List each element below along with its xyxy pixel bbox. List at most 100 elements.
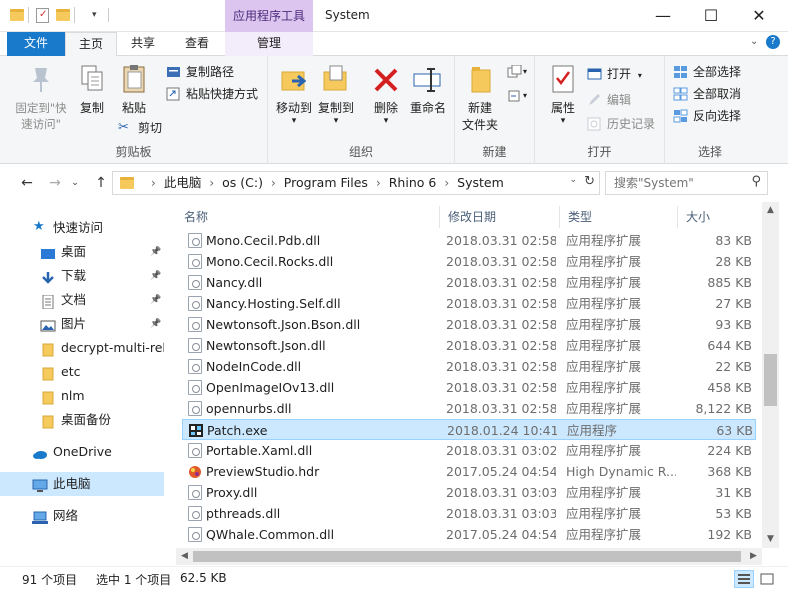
sidebar-item[interactable]: 下载 📌	[0, 264, 164, 288]
file-row[interactable]: NodeInCode.dll 2018.03.31 02:58 应用程序扩展 22 K…	[182, 356, 756, 377]
tab-view[interactable]: 查看	[169, 32, 225, 56]
file-row[interactable]: Newtonsoft.Json.dll 2018.03.31 02:58 应用程序扩…	[182, 335, 756, 356]
forward-arrow-icon[interactable]: →	[44, 172, 66, 194]
scroll-left-icon[interactable]: ◀	[176, 548, 193, 565]
invert-selection-button[interactable]: 反向选择	[673, 106, 741, 126]
open-button[interactable]: 打开 ▾	[587, 64, 642, 84]
move-to-button[interactable]: 移动到 ▾	[274, 62, 314, 126]
vertical-scrollbar[interactable]: ▲ ▼	[762, 202, 779, 548]
customize-quick-access-icon[interactable]: ▾	[92, 10, 108, 24]
horizontal-scrollbar[interactable]: ◀ ▶	[176, 548, 762, 565]
nav-network[interactable]: 网络	[0, 504, 164, 528]
paste-button[interactable]: 粘贴	[114, 62, 154, 117]
nav-quick-access[interactable]: ★ 快速访问	[0, 216, 164, 240]
help-icon[interactable]: ?	[766, 35, 780, 49]
search-input[interactable]	[614, 175, 744, 191]
refresh-icon[interactable]: ↻	[584, 174, 595, 189]
column-header-type[interactable]: 类型	[560, 206, 678, 228]
sidebar-item[interactable]: 文档 📌	[0, 288, 164, 312]
breadcrumb-item[interactable]: os (C:)	[222, 175, 263, 190]
easy-access-button[interactable]: ▾	[503, 86, 527, 106]
paste-shortcut-button[interactable]: 粘贴快捷方式	[166, 84, 258, 104]
copy-to-button[interactable]: 复制到 ▾	[316, 62, 356, 126]
new-folder-quick-icon[interactable]	[56, 8, 72, 22]
pin-icon[interactable]: 📌	[150, 240, 161, 264]
scroll-down-icon[interactable]: ▼	[762, 531, 779, 548]
file-row[interactable]: Mono.Cecil.Rocks.dll 2018.03.31 02:58 应用程序…	[182, 251, 756, 272]
file-row[interactable]: QWhale.Common.dll 2017.05.24 04:54 应用程序扩展 1…	[182, 524, 756, 545]
delete-button[interactable]: 删除 ▾	[368, 62, 404, 126]
sidebar-item[interactable]: 图片 📌	[0, 312, 164, 336]
cut-button[interactable]: ✂ 剪切	[118, 118, 162, 138]
chevron-down-icon[interactable]: ⌄	[750, 36, 758, 47]
sidebar-item[interactable]: 桌面备份	[0, 408, 164, 432]
new-folder-button[interactable]: 新建 文件夹	[459, 62, 501, 134]
maximize-button[interactable]: ☐	[688, 0, 734, 31]
new-item-button[interactable]: ▾	[503, 62, 527, 82]
column-header-name[interactable]: 名称	[176, 206, 440, 228]
horizontal-scrollbar-thumb[interactable]	[193, 551, 741, 562]
pin-quick-access-button[interactable]: 固定到"快速访问"	[10, 62, 72, 132]
address-input[interactable]: › 此电脑 › os (C:) › Program Files › Rhino 6 › Syste…	[112, 171, 600, 195]
copy-path-button[interactable]: 复制路径	[166, 62, 234, 82]
scrollbar-thumb[interactable]	[764, 354, 777, 406]
up-arrow-icon[interactable]: ↑	[90, 172, 112, 194]
breadcrumb-item[interactable]: Rhino 6	[389, 175, 437, 190]
tab-home[interactable]: 主页	[65, 32, 117, 57]
sidebar-item[interactable]: decrypt-multi-rele	[0, 336, 164, 360]
file-row[interactable]: pthreads.dll 2018.03.31 03:03 应用程序扩展 53 KB	[182, 503, 756, 524]
search-icon[interactable]: ⚲	[751, 174, 761, 189]
breadcrumb-separator-icon[interactable]: ›	[271, 176, 276, 190]
nav-onedrive[interactable]: OneDrive	[0, 440, 164, 464]
tab-file[interactable]: 文件	[7, 32, 65, 56]
close-button[interactable]: ✕	[736, 0, 782, 31]
properties-quick-icon[interactable]: ✓	[36, 8, 49, 23]
breadcrumb-separator-icon[interactable]: ›	[151, 176, 156, 190]
breadcrumb-separator-icon[interactable]: ›	[376, 176, 381, 190]
sidebar-item[interactable]: etc	[0, 360, 164, 384]
file-row[interactable]: Nancy.dll 2018.03.31 02:58 应用程序扩展 885 KB	[182, 272, 756, 293]
details-view-icon	[738, 574, 750, 584]
edit-button[interactable]: 编辑	[587, 90, 631, 110]
pin-icon[interactable]: 📌	[150, 312, 161, 336]
scroll-up-icon[interactable]: ▲	[762, 202, 779, 219]
pin-icon[interactable]: 📌	[150, 288, 161, 312]
pin-icon[interactable]: 📌	[150, 264, 161, 288]
back-arrow-icon[interactable]: ←	[16, 172, 38, 194]
column-header-date[interactable]: 修改日期	[440, 206, 560, 228]
file-row[interactable]: Patch.exe 2018.01.24 10:41 应用程序 63 KB	[182, 419, 756, 440]
history-button[interactable]: 历史记录	[587, 114, 655, 134]
nav-this-pc[interactable]: 此电脑	[0, 472, 164, 496]
select-all-button[interactable]: 全部选择	[673, 62, 741, 82]
minimize-button[interactable]: —	[640, 0, 686, 31]
file-row[interactable]: Portable.Xaml.dll 2018.03.31 03:02 应用程序扩展 2…	[182, 440, 756, 461]
tab-share[interactable]: 共享	[117, 32, 169, 56]
file-row[interactable]: Mono.Cecil.Pdb.dll 2018.03.31 02:58 应用程序扩展…	[182, 230, 756, 251]
breadcrumb-item[interactable]: System	[457, 175, 504, 190]
scroll-right-icon[interactable]: ▶	[745, 548, 762, 565]
sidebar-item[interactable]: nlm	[0, 384, 164, 408]
select-none-button[interactable]: 全部取消	[673, 84, 741, 104]
address-dropdown-icon[interactable]: ⌄	[569, 175, 577, 185]
breadcrumb-item[interactable]: 此电脑	[164, 175, 202, 190]
search-box[interactable]: ⚲	[605, 171, 768, 195]
file-row[interactable]: opennurbs.dll 2018.03.31 02:58 应用程序扩展 8,122…	[182, 398, 756, 419]
breadcrumb-separator-icon[interactable]: ›	[444, 176, 449, 190]
tab-manage[interactable]: 管理	[225, 32, 313, 56]
file-row[interactable]: Newtonsoft.Json.Bson.dll 2018.03.31 02:58…	[182, 314, 756, 335]
file-row[interactable]: PreviewStudio.hdr 2017.05.24 04:54 High Dy…	[182, 461, 756, 482]
sidebar-item[interactable]: 桌面 📌	[0, 240, 164, 264]
large-icons-view-button[interactable]	[757, 570, 777, 588]
file-row[interactable]: OpenImageIOv13.dll 2018.03.31 02:58 应用程序扩展…	[182, 377, 756, 398]
recent-locations-chevron-icon[interactable]: ⌄	[68, 172, 82, 194]
file-row[interactable]: Nancy.Hosting.Self.dll 2018.03.31 02:58 应用…	[182, 293, 756, 314]
breadcrumb-separator-icon[interactable]: ›	[209, 176, 214, 190]
breadcrumb: › 此电脑 › os (C:) › Program Files › Rhino 6 › Syste…	[143, 172, 504, 194]
file-row[interactable]: Proxy.dll 2018.03.31 03:03 应用程序扩展 31 KB	[182, 482, 756, 503]
copy-button[interactable]: 复制	[74, 62, 110, 117]
column-header-size[interactable]: 大小	[678, 206, 762, 228]
details-view-button[interactable]	[734, 570, 754, 588]
rename-button[interactable]: 重命名	[406, 62, 450, 117]
breadcrumb-item[interactable]: Program Files	[284, 175, 368, 190]
properties-button[interactable]: 属性 ▾	[545, 62, 581, 126]
